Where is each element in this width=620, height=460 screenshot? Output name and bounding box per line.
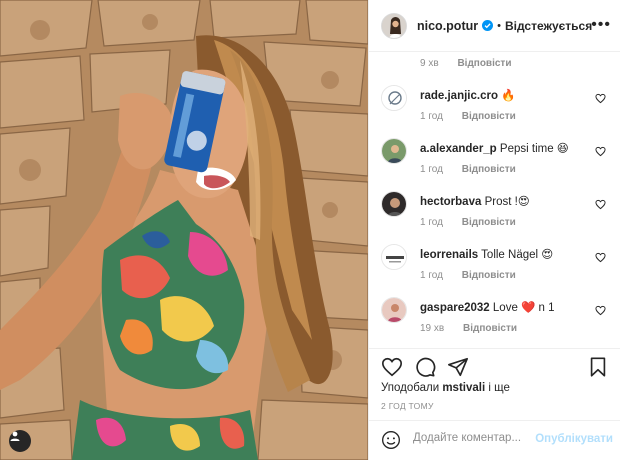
user-tag-button[interactable] (9, 430, 31, 452)
comment-text: Prost !😍 (484, 196, 530, 208)
commenter-avatar[interactable] (381, 244, 407, 270)
comment-item: leorrenails Tolle Nägel 😍 1 год Відповіс… (369, 244, 620, 296)
share-icon[interactable] (447, 356, 469, 378)
post-header: nico.potur • Відстежується ••• (369, 0, 620, 52)
comment-composer: Опублікувати (369, 420, 620, 460)
reply-button[interactable]: Відповісти (457, 58, 511, 69)
comment-like-icon[interactable] (595, 199, 606, 210)
comment-like-icon[interactable] (595, 146, 606, 157)
commenter-avatar[interactable] (381, 138, 407, 164)
reply-button[interactable]: Відповісти (462, 164, 516, 175)
comment-text: Pepsi time 😆 (499, 143, 569, 155)
comment-item: hectorbava Prost !😍 1 год Відповісти (369, 191, 620, 243)
comment-username[interactable]: hectorbava (420, 196, 481, 208)
likes-prefix: Уподобали (381, 382, 440, 394)
comment-meta: 1 год Відповісти (420, 111, 532, 122)
user-tag-icon (10, 431, 20, 441)
commenter-avatar[interactable] (381, 297, 407, 323)
heart-icon[interactable] (381, 356, 403, 378)
comment-icon[interactable] (414, 356, 436, 378)
author-username[interactable]: nico.potur (417, 19, 478, 33)
post-timestamp: 2 ГОД ТОМУ (381, 401, 434, 411)
commenter-avatar[interactable] (381, 191, 407, 217)
comment-meta: 9 хв Відповісти (420, 58, 527, 69)
comment-item: a.alexander_p Pepsi time 😆 1 год Відпові… (369, 138, 620, 190)
comment-input[interactable] (413, 432, 543, 444)
comment-username[interactable]: a.alexander_p (420, 143, 497, 155)
bookmark-icon[interactable] (587, 356, 609, 378)
comment-time: 1 год (420, 217, 443, 228)
post-actions: Уподобали mstivali і ще 2 ГОД ТОМУ (369, 348, 620, 411)
comment-time: 1 год (420, 111, 443, 122)
reply-button[interactable]: Відповісти (462, 111, 516, 122)
separator-dot: • (497, 19, 501, 32)
likes-summary[interactable]: Уподобали mstivali і ще (381, 382, 510, 394)
reply-button[interactable]: Відповісти (462, 217, 516, 228)
comment-text: Tolle Nägel 😍 (481, 249, 554, 261)
comment-meta: 19 хв Відповісти (420, 323, 533, 334)
likes-user[interactable]: mstivali (442, 382, 485, 394)
emoji-icon[interactable] (381, 430, 401, 450)
author-avatar[interactable] (381, 12, 407, 39)
post-image (0, 0, 368, 460)
comment-time: 9 хв (420, 58, 439, 69)
comment-like-icon[interactable] (595, 93, 606, 104)
comment-username[interactable]: leorrenails (420, 249, 478, 261)
reply-button[interactable]: Відповісти (462, 270, 516, 281)
comment-like-icon[interactable] (595, 305, 606, 316)
post-comment-button[interactable]: Опублікувати (535, 433, 613, 445)
comment-time: 19 хв (420, 323, 445, 334)
comment-meta: 1 год Відповісти (420, 217, 532, 228)
comment-username[interactable]: rade.janjic.cro (420, 90, 498, 102)
comment-partial: 9 хв Відповісти (369, 52, 620, 74)
post-photo[interactable] (0, 0, 368, 460)
following-button[interactable]: Відстежується (505, 19, 592, 33)
post-sidebar: nico.potur • Відстежується ••• 9 хв Відп… (368, 0, 620, 460)
comment-like-icon[interactable] (595, 252, 606, 263)
comment-item: gaspare2032 Love ❤️ n 1 19 хв Відповісти (369, 297, 620, 348)
verified-badge-icon (482, 20, 494, 31)
comment-time: 1 год (420, 164, 443, 175)
commenter-avatar[interactable] (381, 85, 407, 111)
reply-button[interactable]: Відповісти (463, 323, 517, 334)
comment-meta: 1 год Відповісти (420, 164, 532, 175)
comment-item: rade.janjic.cro 🔥 1 год Відповісти (369, 85, 620, 137)
comment-meta: 1 год Відповісти (420, 270, 532, 281)
likes-suffix[interactable]: і ще (488, 382, 509, 394)
comment-text: 🔥 (501, 90, 516, 102)
comment-text: Love ❤️ n 1 (492, 302, 555, 314)
more-options-icon[interactable]: ••• (591, 17, 611, 33)
comments-list[interactable]: 9 хв Відповісти rade.janjic.cro 🔥 1 год … (369, 52, 620, 348)
comment-username[interactable]: gaspare2032 (420, 302, 490, 314)
comment-time: 1 год (420, 270, 443, 281)
